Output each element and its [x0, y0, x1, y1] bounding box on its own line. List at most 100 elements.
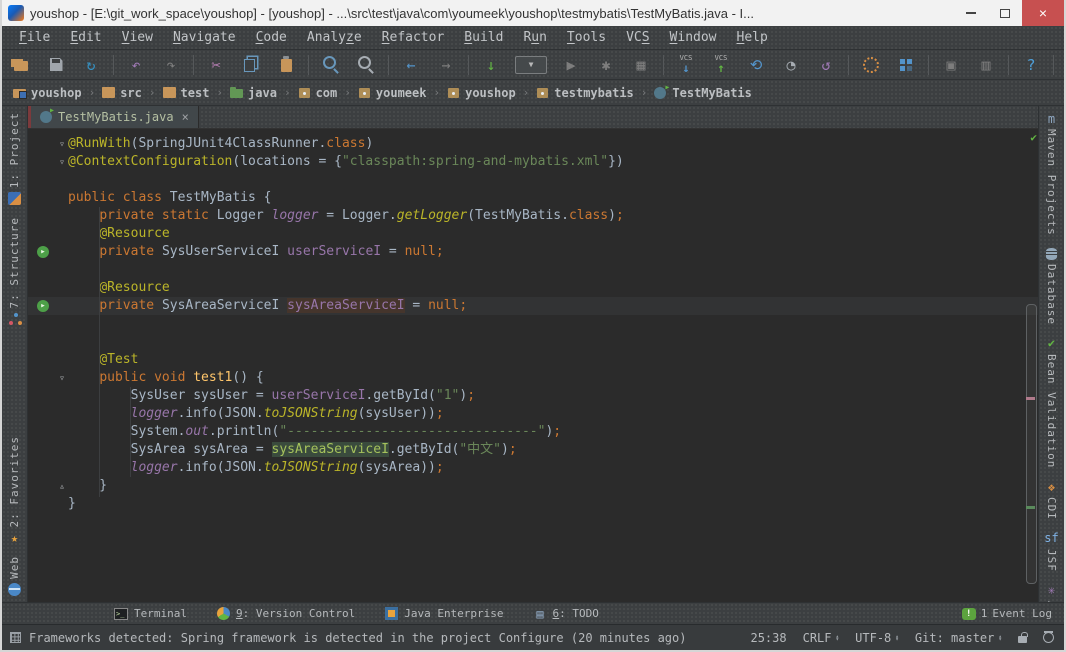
- fold-marker[interactable]: ▵: [59, 478, 65, 496]
- project-structure-icon[interactable]: [895, 54, 917, 76]
- menu-view[interactable]: View: [113, 28, 162, 47]
- breadcrumb-java[interactable]: java: [227, 84, 280, 102]
- breadcrumb-youshop[interactable]: youshop: [444, 84, 519, 102]
- git-branch-widget[interactable]: Git: master: [915, 631, 1002, 645]
- tool-button--structure[interactable]: 7: Structure: [8, 211, 21, 331]
- paste-icon[interactable]: [275, 54, 297, 76]
- menu-edit[interactable]: Edit: [61, 28, 110, 47]
- run-configuration-combo[interactable]: ▼: [515, 56, 547, 74]
- tab-close-icon[interactable]: ×: [182, 110, 189, 124]
- code-line[interactable]: @Test: [28, 351, 1038, 369]
- code-line[interactable]: [28, 261, 1038, 279]
- replace-icon[interactable]: [355, 54, 377, 76]
- hector-inspections-icon[interactable]: [1043, 632, 1054, 643]
- menu-file[interactable]: File: [10, 28, 59, 47]
- help-icon[interactable]: ?: [1020, 54, 1042, 76]
- device-manager-icon[interactable]: ▥: [975, 54, 997, 76]
- line-separator-widget[interactable]: CRLF: [803, 631, 840, 645]
- code-line[interactable]: public class TestMyBatis {: [28, 189, 1038, 207]
- undo-icon[interactable]: ↶: [125, 54, 147, 76]
- tool-button--project[interactable]: 1: Project: [8, 106, 21, 211]
- menu-refactor[interactable]: Refactor: [373, 28, 454, 47]
- code-line[interactable]: SysUser sysUser = userServiceI.getById("…: [28, 387, 1038, 405]
- code-line[interactable]: [28, 171, 1038, 189]
- breadcrumb-testmybatis[interactable]: testmybatis: [533, 84, 636, 102]
- editor[interactable]: ▿@RunWith(SpringJUnit4ClassRunner.class)…: [28, 129, 1038, 602]
- tool-button-bean-validation[interactable]: ✔Bean Validation: [1045, 331, 1058, 474]
- menu-window[interactable]: Window: [661, 28, 726, 47]
- encoding-widget[interactable]: UTF-8: [855, 631, 899, 645]
- code-line[interactable]: ▸ private SysAreaServiceI sysAreaService…: [28, 297, 1038, 315]
- code-line[interactable]: [28, 333, 1038, 351]
- fold-marker[interactable]: ▿: [59, 136, 65, 154]
- code-line[interactable]: ▿ public void test1() {: [28, 369, 1038, 387]
- tool-button-cdi[interactable]: ❖CDI: [1045, 474, 1058, 526]
- breadcrumb-testmybatis[interactable]: TestMyBatis: [651, 84, 754, 102]
- vcs-commit-icon[interactable]: VCS↑: [710, 54, 732, 76]
- save-all-icon[interactable]: [45, 54, 67, 76]
- fold-marker[interactable]: ▿: [59, 370, 65, 388]
- code-line[interactable]: System.out.println("--------------------…: [28, 423, 1038, 441]
- menu-code[interactable]: Code: [247, 28, 296, 47]
- tool-button-ant[interactable]: ✳Ant: [1045, 578, 1058, 602]
- vcs-history-icon[interactable]: ⟲: [745, 54, 767, 76]
- error-stripe-mark[interactable]: [1026, 506, 1035, 509]
- copy-icon[interactable]: [240, 54, 262, 76]
- tool-button-database[interactable]: Database: [1045, 242, 1058, 331]
- minimize-button[interactable]: [954, 0, 988, 26]
- synchronize-icon[interactable]: ↻: [80, 54, 102, 76]
- redo-icon[interactable]: ↷: [160, 54, 182, 76]
- code-line[interactable]: SysArea sysArea = sysAreaServiceI.getByI…: [28, 441, 1038, 459]
- breadcrumb-test[interactable]: test: [160, 84, 213, 102]
- spring-bean-icon[interactable]: ▸: [37, 300, 49, 312]
- editor-tab[interactable]: TestMyBatis.java ×: [31, 106, 199, 128]
- forward-icon[interactable]: →: [435, 54, 457, 76]
- back-icon[interactable]: ←: [400, 54, 422, 76]
- menu-help[interactable]: Help: [728, 28, 777, 47]
- menu-analyze[interactable]: Analyze: [298, 28, 371, 47]
- vcs-update-icon[interactable]: VCS↓: [675, 54, 697, 76]
- unlocked-icon[interactable]: [1018, 636, 1027, 643]
- maximize-button[interactable]: [988, 0, 1022, 26]
- breadcrumb-com[interactable]: com: [295, 84, 341, 102]
- code-line[interactable]: [28, 315, 1038, 333]
- configure-link[interactable]: Configure: [499, 631, 564, 645]
- code-line[interactable]: ▿@ContextConfiguration(locations = {"cla…: [28, 153, 1038, 171]
- tool-button-jsf[interactable]: sfJSF: [1045, 526, 1058, 578]
- event-log-button[interactable]: ! 1 Event Log: [962, 607, 1052, 620]
- run-icon[interactable]: ▶: [560, 54, 582, 76]
- rollback-icon[interactable]: ↺: [815, 54, 837, 76]
- menu-vcs[interactable]: VCS: [617, 28, 658, 47]
- spring-bean-icon[interactable]: ▸: [37, 246, 49, 258]
- tool-window-button-6-todo[interactable]: ▤6: TODO: [534, 607, 599, 620]
- code-line[interactable]: ▸ private SysUserServiceI userServiceI =…: [28, 243, 1038, 261]
- coverage-icon[interactable]: ▦: [630, 54, 652, 76]
- menu-tools[interactable]: Tools: [558, 28, 615, 47]
- code-line[interactable]: private static Logger logger = Logger.ge…: [28, 207, 1038, 225]
- code-line[interactable]: }: [28, 495, 1038, 513]
- open-icon[interactable]: [10, 54, 32, 76]
- close-button[interactable]: ×: [1022, 0, 1064, 26]
- error-stripe-mark[interactable]: [1026, 397, 1035, 400]
- scrollbar-thumb[interactable]: [1026, 304, 1037, 584]
- settings-icon[interactable]: [860, 54, 882, 76]
- local-changes-icon[interactable]: ◔: [780, 54, 802, 76]
- framework-popup-icon[interactable]: [10, 632, 21, 643]
- breadcrumb-src[interactable]: src: [99, 84, 145, 102]
- menu-build[interactable]: Build: [455, 28, 512, 47]
- debug-icon[interactable]: ✱: [595, 54, 617, 76]
- cut-icon[interactable]: ✂: [205, 54, 227, 76]
- tool-button-web[interactable]: Web: [8, 550, 21, 602]
- tool-window-button-java-enterprise[interactable]: Java Enterprise: [385, 607, 503, 620]
- breadcrumb-youmeek[interactable]: youmeek: [355, 84, 430, 102]
- tool-button-maven-projects[interactable]: mMaven Projects: [1045, 106, 1058, 242]
- code-line[interactable]: logger.info(JSON.toJSONString(sysArea));: [28, 459, 1038, 477]
- code-line[interactable]: @Resource: [28, 279, 1038, 297]
- scrollbar-stripe[interactable]: ✔: [1025, 129, 1038, 602]
- tool-window-button-9-version-control[interactable]: 9: Version Control: [217, 607, 355, 620]
- breadcrumb-youshop[interactable]: youshop: [10, 84, 85, 102]
- menu-navigate[interactable]: Navigate: [164, 28, 245, 47]
- sdk-manager-icon[interactable]: ▣: [940, 54, 962, 76]
- update-running-application-icon[interactable]: ↓: [480, 54, 502, 76]
- code-line[interactable]: logger.info(JSON.toJSONString(sysUser));: [28, 405, 1038, 423]
